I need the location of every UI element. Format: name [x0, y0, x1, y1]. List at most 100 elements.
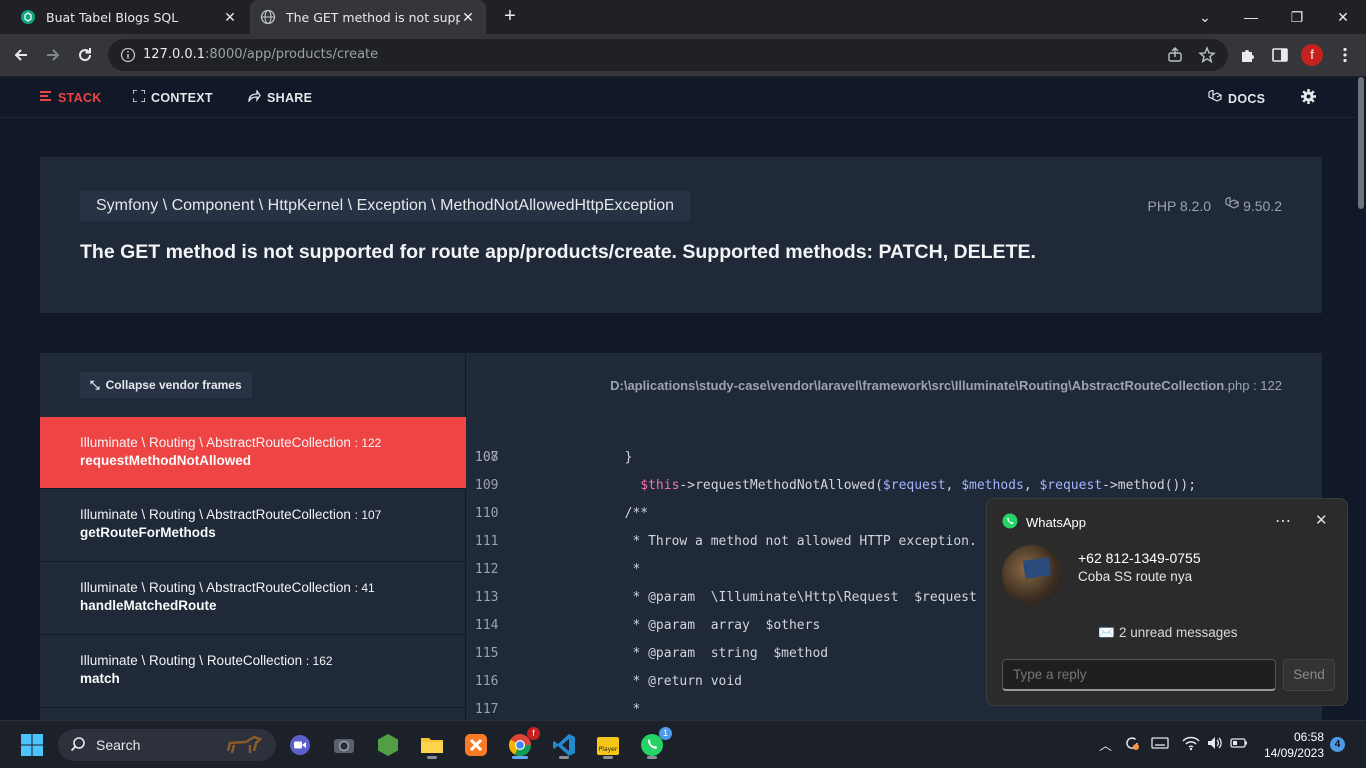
frame-method: getRouteForMethods [80, 525, 216, 540]
back-icon[interactable] [8, 42, 34, 68]
nodejs-icon[interactable] [372, 729, 404, 761]
wifi-icon[interactable] [1182, 734, 1200, 755]
restore-button[interactable]: ❐ [1274, 0, 1320, 34]
browser-toolbar: 127.0.0.1:8000/app/products/create f [0, 34, 1366, 77]
code-text: * @return void [562, 674, 743, 689]
meet-video-icon[interactable] [284, 729, 316, 761]
nav-context[interactable]: CONTEXT [132, 89, 213, 105]
nav-share[interactable]: SHARE [248, 88, 313, 105]
close-tab-icon[interactable]: ✕ [460, 9, 476, 26]
close-window-button[interactable]: ✕ [1320, 0, 1366, 34]
more-options-icon[interactable]: ⋯ [1275, 511, 1291, 531]
stack-frame[interactable]: Illuminate \ Routing \ AbstractRouteColl… [40, 489, 466, 562]
chatgpt-icon [20, 9, 36, 25]
code-text: * Throw a method not allowed HTTP except… [562, 534, 977, 549]
frame-class-name: Illuminate \ Routing \ AbstractRouteColl… [80, 580, 351, 595]
collapse-vendor-frames-button[interactable]: ⤡ Collapse vendor frames [80, 372, 252, 398]
line-number: 109 [475, 478, 499, 493]
code-text: * @param array $others [562, 618, 821, 633]
notification-count-badge[interactable]: 4 [1330, 737, 1345, 752]
settings-gear-icon[interactable] [1300, 88, 1317, 105]
frame-class: Illuminate \ Routing \ AbstractRouteColl… [80, 507, 426, 522]
tray-overflow-chevron-icon[interactable]: ︿ [1099, 735, 1112, 754]
taskbar-search[interactable]: Search [58, 729, 276, 761]
line-number: 111 [475, 534, 499, 549]
tab-search-icon[interactable]: ⌄ [1182, 0, 1228, 34]
code-text: } [562, 450, 633, 465]
stack-frames-list: ⤡ Collapse vendor frames Illuminate \ Ro… [40, 353, 466, 727]
whatsapp-unread-badge: 1 [659, 727, 672, 740]
camera-icon[interactable] [328, 729, 360, 761]
player-icon[interactable]: Player [592, 729, 624, 761]
frame-line: : 122 [354, 436, 382, 450]
browser-tab-bar: Buat Tabel Blogs SQL ✕ The GET method is… [0, 0, 1366, 34]
frame-class: Illuminate \ Routing \ RouteCollection :… [80, 653, 426, 668]
new-tab-button[interactable]: + [498, 5, 522, 29]
volume-icon[interactable] [1206, 734, 1224, 755]
whatsapp-app-icon[interactable]: 1 [636, 727, 672, 761]
battery-icon[interactable] [1230, 734, 1248, 755]
minimize-button[interactable]: — [1228, 0, 1274, 34]
sync-icon[interactable] [1123, 734, 1141, 755]
scrollbar-thumb[interactable] [1358, 77, 1364, 209]
frame-class: Illuminate \ Routing \ AbstractRouteColl… [80, 435, 426, 450]
stack-frame[interactable]: Illuminate \ Routing \ AbstractRouteColl… [40, 562, 466, 635]
address-bar[interactable]: 127.0.0.1:8000/app/products/create [108, 39, 1228, 71]
share-page-icon[interactable] [1166, 46, 1184, 69]
nav-share-label: SHARE [267, 90, 313, 105]
xampp-icon[interactable] [460, 729, 492, 761]
vscode-icon[interactable] [548, 729, 580, 761]
tab-get-method[interactable]: The GET method is not supported ✕ [250, 0, 486, 34]
exception-class: Symfony \ Component \ HttpKernel \ Excep… [80, 191, 691, 221]
tab-buat-tabel[interactable]: Buat Tabel Blogs SQL ✕ [10, 0, 248, 34]
running-indicator [427, 756, 437, 759]
site-info-icon[interactable] [120, 47, 136, 68]
file-ext: .php [1224, 378, 1250, 393]
keyboard-icon[interactable] [1151, 734, 1169, 755]
system-clock[interactable]: 06:58 14/09/2023 [1258, 729, 1324, 761]
menu-kebab-icon[interactable] [1336, 46, 1354, 69]
code-text: /** [562, 506, 649, 521]
code-line: 108 } [467, 444, 1322, 472]
close-icon[interactable]: ✕ [1315, 511, 1328, 529]
forward-icon[interactable] [40, 42, 66, 68]
file-explorer-icon[interactable] [416, 729, 448, 761]
nav-docs-label: DOCS [1228, 91, 1266, 106]
bookmark-star-icon[interactable] [1198, 46, 1216, 69]
side-panel-icon[interactable] [1271, 46, 1289, 69]
stack-frame[interactable]: Illuminate \ Routing \ AbstractRouteColl… [40, 417, 466, 489]
windows-start-icon[interactable] [16, 729, 48, 761]
nav-docs[interactable]: DOCS [1208, 89, 1266, 107]
line-number: 112 [475, 562, 499, 577]
version-info: PHP 8.2.0 9.50.2 [1148, 196, 1282, 214]
unread-count: ✉️ 2 unread messages [1098, 625, 1238, 640]
frame-class: Illuminate \ Routing \ AbstractRouteColl… [80, 580, 426, 595]
sender-number: +62 812-1349-0755 [1078, 550, 1201, 566]
frame-line: : 107 [354, 508, 382, 522]
frame-method: handleMatchedRoute [80, 598, 217, 613]
code-line: 109 [467, 472, 1322, 500]
ignition-nav: STACK CONTEXT SHARE DOCS [0, 77, 1356, 118]
profile-avatar[interactable]: f [1301, 44, 1323, 66]
reply-input[interactable] [1002, 659, 1276, 691]
toast-header: WhatsApp [1002, 513, 1086, 532]
file-path[interactable]: D:\aplications\study-case\vendor\laravel… [610, 378, 1282, 393]
code-line: 107 $this->requestMethodNotAllowed($requ… [467, 416, 1322, 493]
stack-frame[interactable]: Illuminate \ Routing \ RouteCollection :… [40, 635, 466, 708]
whatsapp-notification[interactable]: WhatsApp ⋯ ✕ +62 812-1349-0755 Coba SS r… [986, 498, 1348, 706]
nav-stack[interactable]: STACK [40, 90, 102, 105]
chrome-icon[interactable]: f [504, 727, 540, 761]
page-scrollbar[interactable] [1356, 77, 1366, 727]
reload-icon[interactable] [72, 42, 98, 68]
error-summary-card: Symfony \ Component \ HttpKernel \ Excep… [40, 157, 1322, 313]
frame-line: : 162 [305, 654, 333, 668]
frame-class-name: Illuminate \ Routing \ RouteCollection [80, 653, 303, 668]
close-tab-icon[interactable]: ✕ [222, 9, 238, 26]
whatsapp-icon [1002, 513, 1018, 532]
windows-taskbar: Search f Player 1 ︿ 06:58 14/09/2023 4 [0, 720, 1366, 768]
running-indicator [603, 756, 613, 759]
laravel-version-wrap: 9.50.2 [1225, 196, 1282, 214]
code-text: * @param string $method [562, 646, 829, 661]
send-button[interactable]: Send [1283, 659, 1335, 691]
extensions-puzzle-icon[interactable] [1239, 46, 1257, 69]
